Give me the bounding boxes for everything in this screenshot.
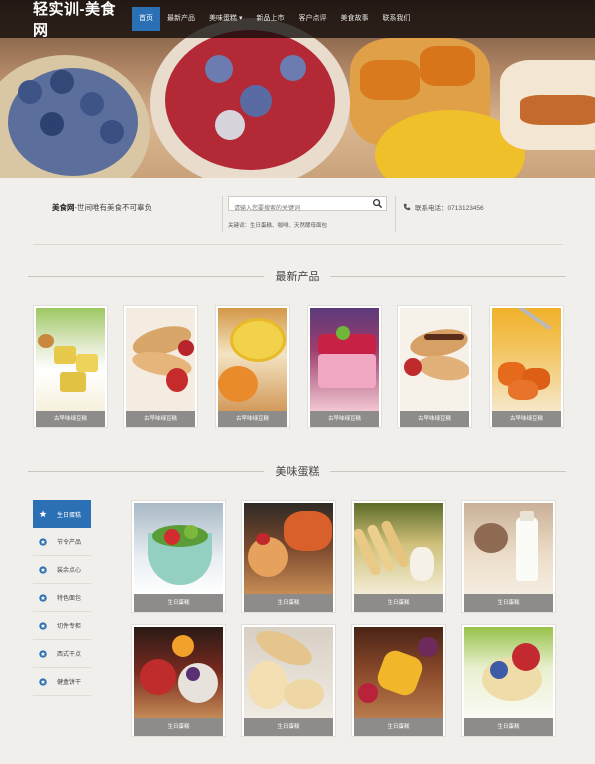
star-badge-icon bbox=[39, 649, 47, 658]
nav-item-stories[interactable]: 美食故事 bbox=[333, 7, 375, 31]
star-badge-icon bbox=[39, 537, 47, 546]
cakes-section-title: 美味蛋糕 bbox=[275, 466, 320, 478]
site-tagline: 美食网-世间唯有美食不可辜负 bbox=[52, 203, 152, 212]
nav-item-new[interactable]: 新品上市 bbox=[249, 7, 291, 31]
fruit-tart-icon bbox=[464, 627, 553, 718]
divider bbox=[395, 196, 396, 232]
fruit-salad-icon bbox=[134, 503, 223, 594]
cake-caption: 生日蛋糕 bbox=[464, 718, 553, 736]
product-card[interactable]: 古早味绿豆糕 bbox=[33, 305, 108, 428]
sidebar-item-bread[interactable]: 特色面包 bbox=[33, 584, 91, 612]
search-box bbox=[228, 196, 387, 216]
info-bar: 美食网-世间唯有美食不可辜负 关键词：生日蛋糕、咖啡、天然酵母面包 联系电话：0… bbox=[0, 196, 595, 236]
product-caption: 古早味绿豆糕 bbox=[492, 411, 561, 427]
cake-card[interactable]: 生日蛋糕 bbox=[461, 624, 556, 737]
cake-caption: 生日蛋糕 bbox=[244, 718, 333, 736]
divider bbox=[222, 196, 223, 232]
product-card[interactable]: 古早味绿豆糕 bbox=[397, 305, 472, 428]
search-input[interactable] bbox=[229, 202, 369, 216]
phone-icon bbox=[403, 203, 411, 211]
sidebar-item-snacks[interactable]: 装余点心 bbox=[33, 556, 91, 584]
mung-bean-cake-icon bbox=[36, 308, 105, 411]
nav-item-latest[interactable]: 最新产品 bbox=[160, 7, 202, 31]
star-badge-icon bbox=[39, 621, 47, 630]
mango-platter-icon bbox=[354, 627, 443, 718]
sidebar-item-western[interactable]: 西式干点 bbox=[33, 640, 91, 668]
cake-card[interactable]: 生日蛋糕 bbox=[131, 500, 226, 613]
product-caption: 古早味绿豆糕 bbox=[36, 411, 105, 427]
cake-card[interactable]: 生日蛋糕 bbox=[131, 624, 226, 737]
star-badge-icon bbox=[39, 593, 47, 602]
fried-food-icon bbox=[492, 308, 561, 411]
hero-banner: 轻实训-美食网 首页 最新产品 美味蛋糕 ▾ 新品上市 客户点评 美食故事 联系… bbox=[0, 0, 595, 178]
search-icon[interactable] bbox=[372, 198, 383, 209]
product-card[interactable]: 古早味绿豆糕 bbox=[307, 305, 382, 428]
divider bbox=[33, 244, 563, 245]
top-navbar: 轻实训-美食网 首页 最新产品 美味蛋糕 ▾ 新品上市 客户点评 美食故事 联系… bbox=[0, 0, 595, 40]
milk-bottle-icon bbox=[464, 503, 553, 594]
nav-item-reviews[interactable]: 客户点评 bbox=[291, 7, 333, 31]
cake-caption: 生日蛋糕 bbox=[134, 718, 223, 736]
lemon-icon bbox=[218, 308, 287, 411]
cake-caption: 生日蛋糕 bbox=[244, 594, 333, 612]
product-caption: 古早味绿豆糕 bbox=[310, 411, 379, 427]
sponge-fingers-icon bbox=[354, 503, 443, 594]
crepe-icon bbox=[400, 308, 469, 411]
cake-card[interactable]: 生日蛋糕 bbox=[351, 624, 446, 737]
cake-card[interactable]: 生日蛋糕 bbox=[241, 624, 336, 737]
product-caption: 古早味绿豆糕 bbox=[218, 411, 287, 427]
sidebar-item-seasonal[interactable]: 节令产品 bbox=[33, 528, 91, 556]
product-card[interactable]: 古早味绿豆糕 bbox=[215, 305, 290, 428]
star-badge-icon bbox=[39, 565, 47, 574]
main-nav: 首页 最新产品 美味蛋糕 ▾ 新品上市 客户点评 美食故事 联系我们 bbox=[132, 0, 417, 38]
product-caption: 古早味绿豆糕 bbox=[400, 411, 469, 427]
search-keywords: 关键词：生日蛋糕、咖啡、天然酵母面包 bbox=[228, 223, 328, 229]
cake-caption: 生日蛋糕 bbox=[354, 718, 443, 736]
cake-card[interactable]: 生日蛋糕 bbox=[461, 500, 556, 613]
cake-card[interactable]: 生日蛋糕 bbox=[241, 500, 336, 613]
sidebar-item-slices[interactable]: 切件专柜 bbox=[33, 612, 91, 640]
cake-caption: 生日蛋糕 bbox=[354, 594, 443, 612]
site-logo[interactable]: 轻实训-美食网 bbox=[33, 0, 130, 40]
contact-phone: 联系电话：0713123456 bbox=[403, 202, 484, 212]
mousse-cake-icon bbox=[310, 308, 379, 411]
product-card[interactable]: 古早味绿豆糕 bbox=[123, 305, 198, 428]
nav-item-cakes[interactable]: 美味蛋糕 ▾ bbox=[202, 7, 249, 31]
star-icon bbox=[39, 510, 47, 518]
cake-caption: 生日蛋糕 bbox=[464, 594, 553, 612]
latest-section-title: 最新产品 bbox=[275, 271, 320, 283]
product-card[interactable]: 古早味绿豆糕 bbox=[489, 305, 564, 428]
crepe-icon bbox=[126, 308, 195, 411]
nav-item-contact[interactable]: 联系我们 bbox=[375, 7, 417, 31]
star-badge-icon bbox=[39, 677, 47, 686]
fruit-tart-icon bbox=[134, 627, 223, 718]
sidebar-item-biscuits[interactable]: 健盒饼干 bbox=[33, 668, 91, 696]
product-caption: 古早味绿豆糕 bbox=[126, 411, 195, 427]
sidebar-item-birthday-cake[interactable]: 生日蛋糕 bbox=[33, 500, 91, 528]
bread-icon bbox=[244, 627, 333, 718]
cake-caption: 生日蛋糕 bbox=[134, 594, 223, 612]
nav-item-home[interactable]: 首页 bbox=[132, 7, 160, 31]
dessert-plate-icon bbox=[244, 503, 333, 594]
cake-card[interactable]: 生日蛋糕 bbox=[351, 500, 446, 613]
